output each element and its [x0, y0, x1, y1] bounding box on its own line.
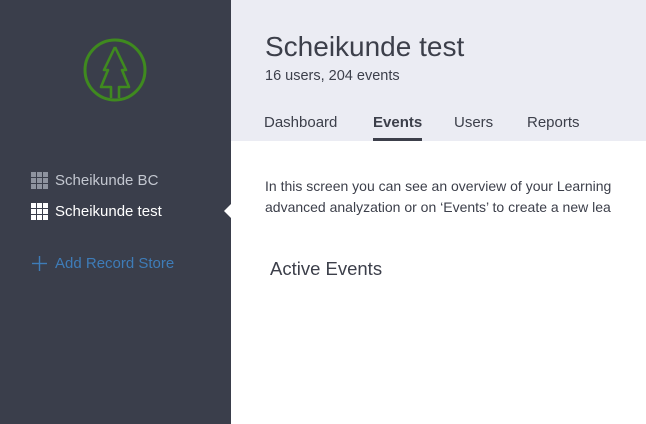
page-header: Scheikunde test 16 users, 204 events Das… [231, 0, 646, 141]
page-subtitle: 16 users, 204 events [265, 68, 400, 84]
add-record-store-button[interactable]: Add Record Store [31, 253, 174, 273]
section-title-active-events: Active Events [270, 258, 383, 279]
sidebar-item-label: Scheikunde test [55, 202, 162, 220]
tab-users[interactable]: Users [454, 114, 493, 141]
intro-line: advanced analyzation or on ‘Events’ to c… [265, 199, 611, 215]
tab-bar: Dashboard Events Users Reports [231, 114, 646, 141]
grid-icon [31, 202, 48, 220]
tab-events[interactable]: Events [373, 114, 423, 141]
intro-text: In this screen you can see an overview o… [265, 176, 646, 218]
page-title: Scheikunde test [265, 31, 465, 62]
grid-icon [31, 171, 48, 189]
sidebar-item-scheikunde-test[interactable]: Scheikunde test [31, 201, 162, 221]
sidebar-item-label: Scheikunde BC [55, 171, 159, 189]
add-record-store-label: Add Record Store [55, 254, 175, 272]
tab-reports[interactable]: Reports [527, 114, 580, 141]
sidebar-item-scheikunde-bc[interactable]: Scheikunde BC [31, 170, 158, 190]
tab-dashboard[interactable]: Dashboard [264, 114, 337, 141]
tree-logo-icon[interactable] [83, 38, 147, 102]
plus-icon [32, 255, 47, 271]
app-window: Scheikunde BC Scheikunde test Add Record… [0, 0, 646, 424]
intro-line: In this screen you can see an overview o… [265, 178, 612, 194]
active-indicator [224, 204, 231, 218]
sidebar: Scheikunde BC Scheikunde test Add Record… [0, 0, 231, 424]
